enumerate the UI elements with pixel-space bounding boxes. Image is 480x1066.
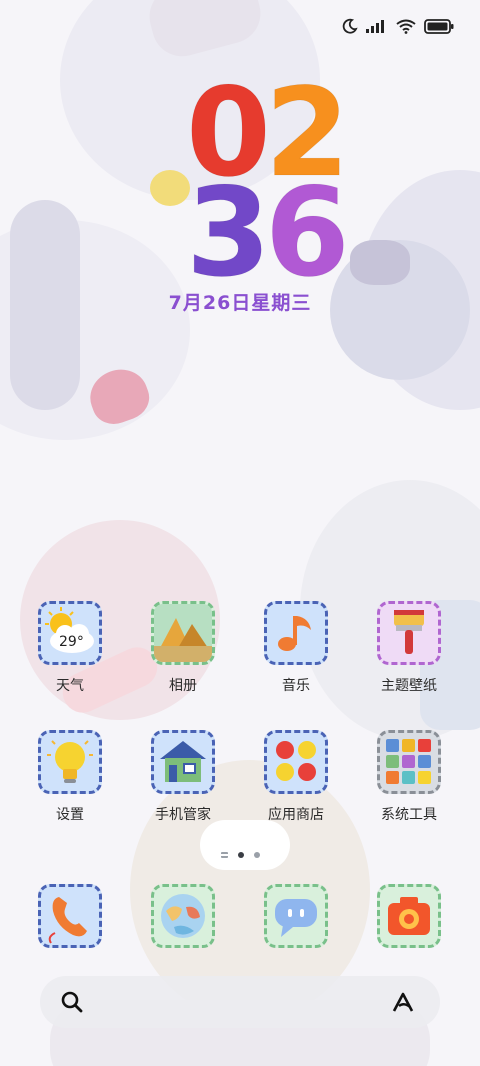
app-label: 天气: [56, 678, 84, 694]
search-icon[interactable]: [60, 990, 84, 1014]
theme-brush-icon: [377, 601, 441, 665]
gallery-icon: [151, 601, 215, 665]
page-indicator-list[interactable]: [220, 852, 228, 858]
dock-messages[interactable]: [246, 884, 346, 948]
moon-icon: [342, 18, 358, 34]
app-music[interactable]: 音乐: [246, 601, 346, 695]
app-phone-manager[interactable]: 手机管家: [133, 730, 233, 824]
app-system-tools[interactable]: 系统工具: [359, 730, 459, 824]
app-store-balls-icon: [264, 730, 328, 794]
search-bar[interactable]: [40, 976, 440, 1028]
clock-minutes: 3 6: [186, 162, 351, 304]
wallpaper-shape: [200, 820, 290, 870]
app-label: 系统工具: [381, 807, 437, 823]
app-label: 相册: [169, 678, 197, 694]
messages-icon: [264, 884, 328, 948]
app-label: 手机管家: [155, 807, 211, 823]
app-weather[interactable]: 29° 天气: [20, 601, 120, 695]
phone-icon: [38, 884, 102, 948]
lightbulb-settings-icon: [38, 730, 102, 794]
clock-digit: 6: [264, 162, 350, 304]
dock-camera[interactable]: [359, 884, 459, 948]
wallpaper-shape: [150, 170, 190, 206]
wifi-icon: [396, 19, 416, 34]
browser-icon: [151, 884, 215, 948]
status-bar: [342, 18, 454, 34]
app-label: 设置: [56, 807, 84, 823]
app-label: 主题壁纸: [381, 678, 437, 694]
app-gallery[interactable]: 相册: [133, 601, 233, 695]
app-settings[interactable]: 设置: [20, 730, 120, 824]
date-text: 7月26日星期三: [168, 292, 312, 314]
house-icon: [151, 730, 215, 794]
dock-browser[interactable]: [133, 884, 233, 948]
wallpaper-shape: [350, 240, 410, 285]
app-theme[interactable]: 主题壁纸: [359, 601, 459, 695]
camera-icon: [377, 884, 441, 948]
dock-phone[interactable]: [20, 884, 120, 948]
signal-icon: [366, 20, 384, 33]
music-icon: [264, 601, 328, 665]
tools-grid-icon: [377, 730, 441, 794]
assistant-icon[interactable]: [390, 990, 418, 1014]
app-label: 音乐: [282, 678, 310, 694]
weather-icon: 29°: [38, 601, 102, 665]
app-label: 应用商店: [268, 807, 324, 823]
page-indicator[interactable]: [0, 852, 480, 858]
app-store[interactable]: 应用商店: [246, 730, 346, 824]
page-indicator-dot[interactable]: [253, 852, 260, 858]
battery-icon: [424, 18, 454, 34]
page-indicator-dot[interactable]: [237, 852, 244, 858]
clock-digit: 3: [186, 162, 272, 304]
weather-temperature: 29°: [59, 634, 84, 650]
